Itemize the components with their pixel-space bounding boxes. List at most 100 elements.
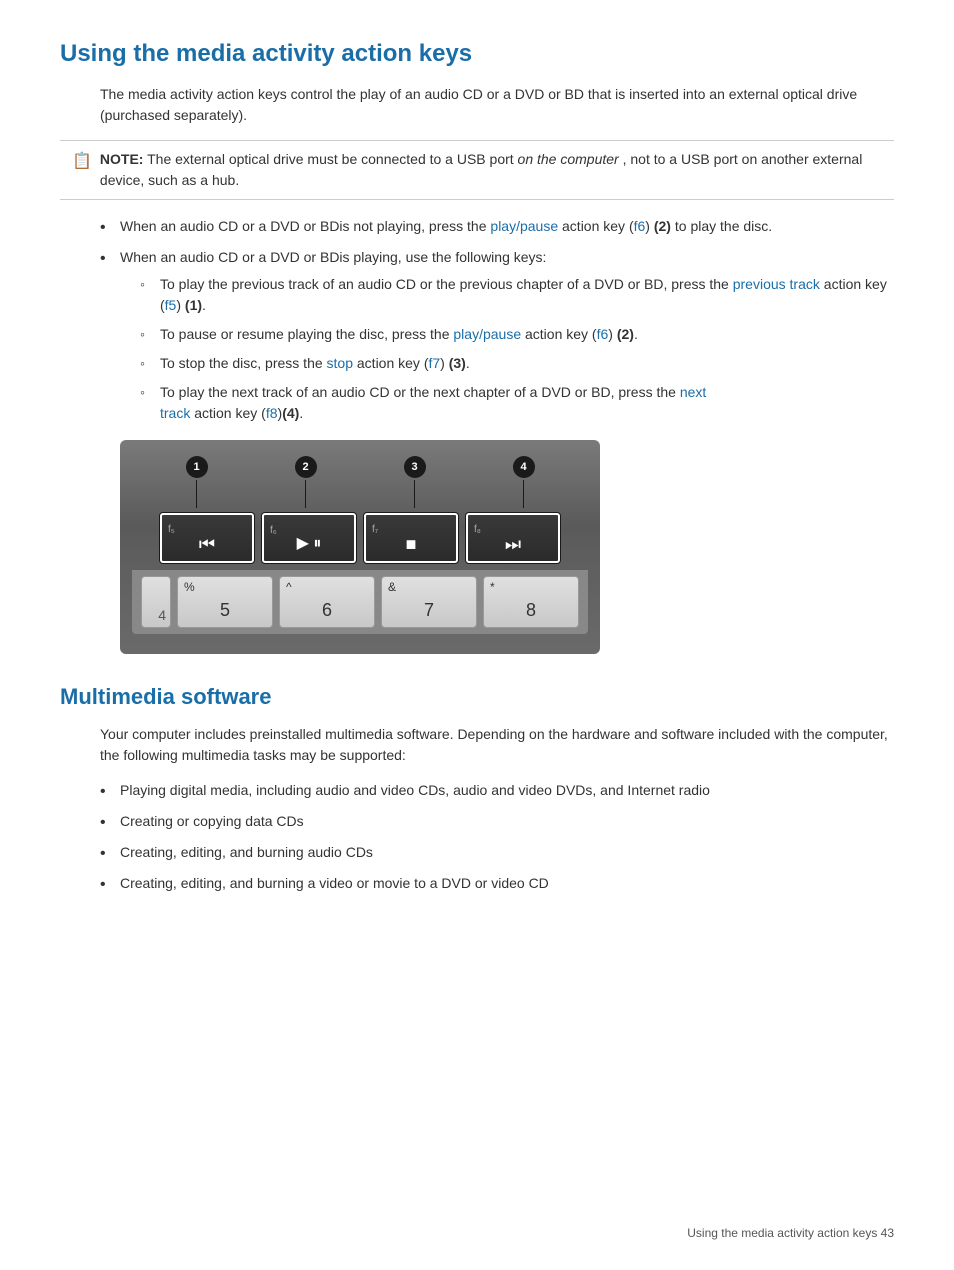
- sub4-before: To play the next track of an audio CD or…: [160, 384, 680, 400]
- bullet-media-3: Creating, editing, and burning audio CDs: [100, 842, 894, 863]
- key-f8-label: f₈: [474, 525, 481, 535]
- bullet1-text-before: When an audio CD or a DVD or BDis not pl…: [120, 218, 490, 234]
- bullet-list-section1: When an audio CD or a DVD or BDis not pl…: [100, 216, 894, 424]
- bullet-media-1: Playing digital media, including audio a…: [100, 780, 894, 801]
- bullet1-text-mid: action key (: [558, 218, 633, 234]
- function-keys-row: f₅ ⏮ f₆ ▶ ⏸ f₇ ■ f₈ ⏭: [132, 512, 588, 564]
- section2-title: Multimedia software: [60, 684, 894, 710]
- callout-line-4: [523, 480, 524, 508]
- bullet-item-1: When an audio CD or a DVD or BDis not pl…: [100, 216, 894, 237]
- callout-circle-3: 3: [404, 456, 426, 478]
- sub3-mid1: action key (: [353, 355, 428, 371]
- number-keys-row: 4 % 5 ^ 6 & 7 * 8: [132, 570, 588, 634]
- note-icon: 📋: [72, 150, 92, 174]
- link-playpause-2[interactable]: play/pause: [453, 326, 521, 342]
- bullet-item-2: When an audio CD or a DVD or BDis playin…: [100, 247, 894, 424]
- key-f5-symbol: ⏮: [199, 535, 215, 553]
- note-text-italic: on the computer: [518, 151, 619, 167]
- callout-2-wrapper: 2: [295, 456, 317, 508]
- key-f5: f₅ ⏮: [159, 512, 255, 564]
- bullet1-text-after: to play the disc.: [671, 218, 772, 234]
- section1-intro: The media activity action keys control t…: [100, 84, 894, 126]
- key-6-num: 6: [322, 600, 332, 621]
- callout-line-2: [305, 480, 306, 508]
- footer-text: Using the media activity action keys 43: [687, 1226, 894, 1240]
- sub3-before: To stop the disc, press the: [160, 355, 327, 371]
- sub2-mid2: ): [608, 326, 617, 342]
- sub-bullet-3: To stop the disc, press the stop action …: [140, 353, 894, 374]
- key-6-sym: ^: [286, 581, 292, 593]
- key-7: & 7: [381, 576, 477, 628]
- key-f7-symbol: ■: [406, 535, 417, 553]
- key-5-num: 5: [220, 600, 230, 621]
- key-4-partial: 4: [141, 576, 171, 628]
- key-f6-ref-2: f6: [597, 326, 609, 342]
- bullet2-text: When an audio CD or a DVD or BDis playin…: [120, 249, 546, 265]
- sub3-after: .: [466, 355, 470, 371]
- key-f7: f₇ ■: [363, 512, 459, 564]
- sub-bullet-1: To play the previous track of an audio C…: [140, 274, 894, 316]
- key-f7-label: f₇: [372, 525, 378, 535]
- key-f8: f₈ ⏭: [465, 512, 561, 564]
- sub2-before: To pause or resume playing the disc, pre…: [160, 326, 453, 342]
- sub1-mid2: ): [176, 297, 185, 313]
- key-7-sym: &: [388, 581, 396, 593]
- bullet-media-4: Creating, editing, and burning a video o…: [100, 873, 894, 894]
- callout-line-1: [196, 480, 197, 508]
- callout-4-wrapper: 4: [513, 456, 535, 508]
- bullet1-bold: (2): [654, 218, 671, 234]
- key-5-sym: %: [184, 581, 195, 593]
- callout-circle-2: 2: [295, 456, 317, 478]
- note-text-before: The external optical drive must be conne…: [147, 151, 517, 167]
- bullet-media-2: Creating or copying data CDs: [100, 811, 894, 832]
- callout-line-3: [414, 480, 415, 508]
- note-label: NOTE:: [100, 151, 144, 167]
- key-5: % 5: [177, 576, 273, 628]
- sub1-before: To play the previous track of an audio C…: [160, 276, 733, 292]
- sub4-mid1: action key (: [190, 405, 265, 421]
- sub-bullet-2: To pause or resume playing the disc, pre…: [140, 324, 894, 345]
- sub3-bold: (3): [449, 355, 466, 371]
- key-f5-label: f₅: [168, 525, 175, 535]
- link-stop[interactable]: stop: [327, 355, 353, 371]
- sub1-after: .: [202, 297, 206, 313]
- key-f8-ref: f8: [266, 405, 278, 421]
- sub2-after: .: [634, 326, 638, 342]
- callout-circle-4: 4: [513, 456, 535, 478]
- bullet1-text-mid2: ): [645, 218, 654, 234]
- sub-bullet-list: To play the previous track of an audio C…: [140, 274, 894, 424]
- keyboard-outer: 1 2 3 4 f₅ ⏮ f₆: [120, 440, 600, 654]
- note-content: NOTE: The external optical drive must be…: [100, 149, 882, 191]
- link-previous-track[interactable]: previous track: [733, 276, 820, 292]
- sub2-mid1: action key (: [521, 326, 596, 342]
- sub-bullet-4: To play the next track of an audio CD or…: [140, 382, 894, 424]
- key-f7-ref: f7: [428, 355, 440, 371]
- sub4-after: .: [299, 405, 303, 421]
- sub2-bold: (2): [617, 326, 634, 342]
- key-8-num: 8: [526, 600, 536, 621]
- note-box: 📋 NOTE: The external optical drive must …: [60, 140, 894, 200]
- bullet-list-section2: Playing digital media, including audio a…: [100, 780, 894, 894]
- key-f5-ref: f5: [165, 297, 177, 313]
- sub3-mid2: ): [440, 355, 449, 371]
- key-8: * 8: [483, 576, 579, 628]
- key-f6-ref-1: f6: [634, 218, 646, 234]
- callout-row: 1 2 3 4: [132, 456, 588, 508]
- key-f6-label: f₆: [270, 526, 277, 536]
- sub4-bold: (4): [282, 405, 299, 421]
- key-7-num: 7: [424, 600, 434, 621]
- callout-1-wrapper: 1: [186, 456, 208, 508]
- key-f6: f₆ ▶ ⏸: [261, 512, 357, 564]
- link-playpause-1[interactable]: play/pause: [490, 218, 558, 234]
- callout-circle-1: 1: [186, 456, 208, 478]
- callout-3-wrapper: 3: [404, 456, 426, 508]
- sub1-bold: (1): [185, 297, 202, 313]
- section2-intro: Your computer includes preinstalled mult…: [100, 724, 894, 766]
- page-footer: Using the media activity action keys 43: [687, 1226, 894, 1240]
- key-f8-symbol: ⏭: [505, 535, 521, 553]
- key-f6-symbol: ▶ ⏸: [297, 536, 322, 552]
- key-6: ^ 6: [279, 576, 375, 628]
- section1-title: Using the media activity action keys: [60, 40, 894, 68]
- keyboard-diagram: 1 2 3 4 f₅ ⏮ f₆: [120, 440, 600, 654]
- key-8-sym: *: [490, 581, 495, 593]
